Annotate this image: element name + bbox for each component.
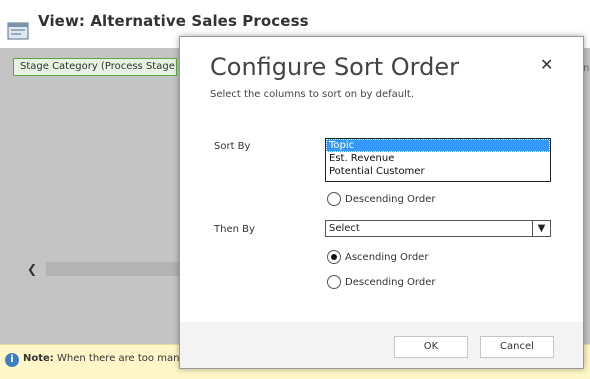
sort-by-listbox[interactable]: Topic Est. Revenue Potential Customer: [325, 138, 551, 182]
then-descending-label: Descending Order: [345, 276, 436, 288]
note-message: When there are too many c: [57, 353, 195, 364]
column-header-stage-category[interactable]: Stage Category (Process Stage): [13, 58, 177, 76]
then-by-select[interactable]: Select ▼: [325, 220, 551, 237]
then-by-value: Select: [329, 223, 360, 234]
note-text: Note: When there are too many c: [23, 353, 194, 364]
configure-sort-order-dialog: Configure Sort Order ✕ Select the column…: [179, 36, 584, 369]
then-by-label: Then By: [214, 224, 255, 235]
dialog-title: Configure Sort Order: [210, 53, 459, 81]
sort-by-option[interactable]: Potential Customer: [326, 165, 550, 178]
then-ascending-label: Ascending Order: [345, 251, 429, 263]
page-title: View: Alternative Sales Process: [38, 12, 309, 30]
chevron-left-icon[interactable]: ❮: [27, 263, 47, 275]
sort-descending-option[interactable]: Descending Order: [327, 192, 435, 206]
then-ascending-option[interactable]: Ascending Order: [327, 250, 428, 264]
horizontal-scrollbar[interactable]: [46, 262, 179, 276]
view-icon: [7, 20, 31, 42]
sort-by-option[interactable]: Est. Revenue: [326, 152, 550, 165]
dialog-subtitle: Select the columns to sort on by default…: [210, 89, 415, 100]
sort-descending-radio[interactable]: [327, 192, 341, 206]
close-icon[interactable]: ✕: [540, 55, 553, 74]
note-label: Note:: [23, 353, 54, 364]
then-descending-option[interactable]: Descending Order: [327, 275, 435, 289]
sort-by-option[interactable]: Topic: [326, 139, 550, 152]
chevron-down-icon[interactable]: ▼: [532, 221, 550, 236]
info-icon: i: [5, 353, 19, 367]
then-descending-radio[interactable]: [327, 275, 341, 289]
sort-descending-label: Descending Order: [345, 193, 436, 205]
then-ascending-radio[interactable]: [327, 250, 341, 264]
ok-button[interactable]: OK: [394, 336, 468, 358]
sort-by-label: Sort By: [214, 141, 251, 152]
cancel-button[interactable]: Cancel: [480, 336, 554, 358]
